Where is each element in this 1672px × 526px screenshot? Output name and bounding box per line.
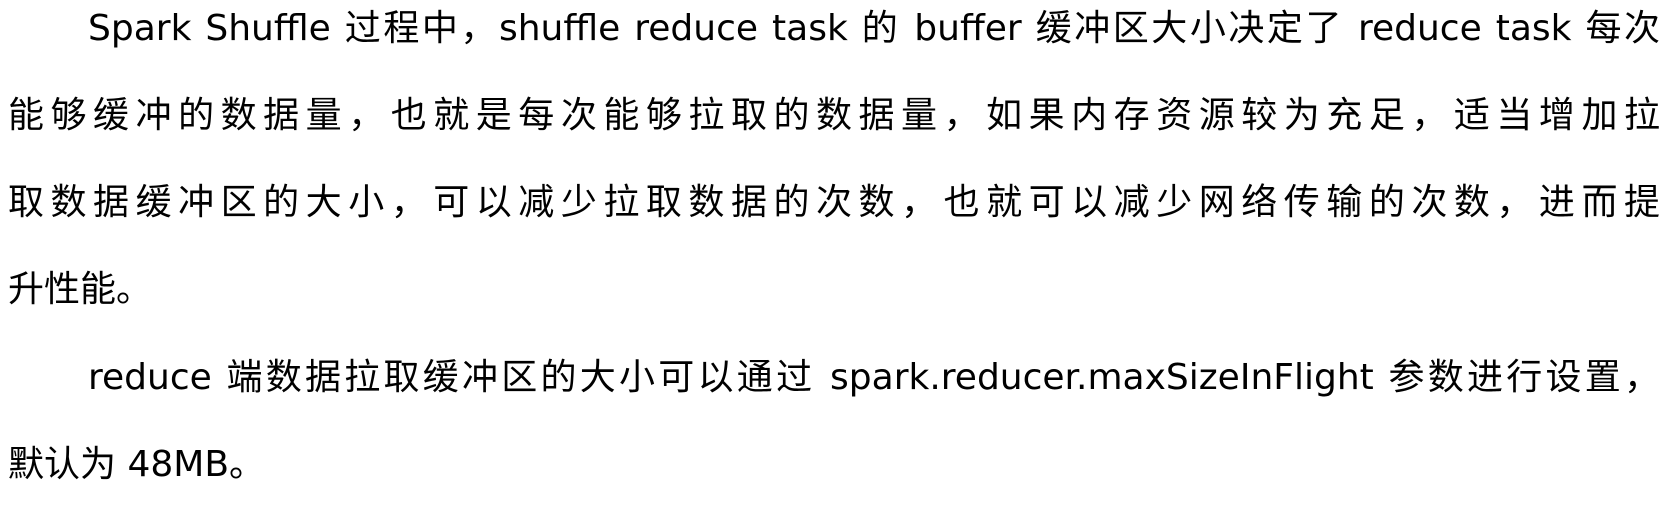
- text-line: reduce 端数据拉取缓冲区的大小可以通过 spark.reducer.max…: [88, 357, 1660, 398]
- text-line: 能够缓冲的数据量，也就是每次能够拉取的数据量，如果内存资源较为充足，适当增加拉: [8, 95, 1660, 136]
- text-line: 升性能。: [8, 269, 153, 310]
- text-line: 取数据缓冲区的大小，可以减少拉取数据的次数，也就可以减少网络传输的次数，进而提: [8, 182, 1660, 223]
- document-body: Spark Shuffle 过程中，shuffle reduce task 的 …: [8, 0, 1668, 526]
- text-line: 默认为 48MB。: [8, 444, 266, 485]
- text-line: Spark Shuffle 过程中，shuffle reduce task 的 …: [88, 8, 1660, 49]
